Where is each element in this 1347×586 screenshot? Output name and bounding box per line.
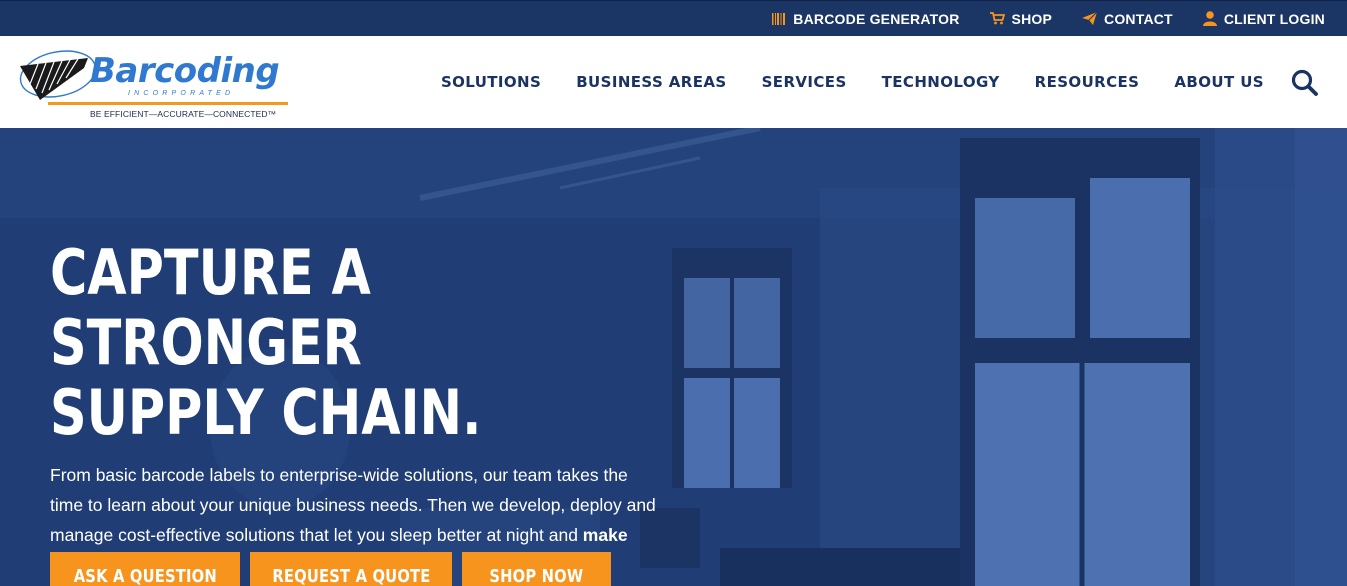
ask-a-question-label: ASK A QUESTION: [73, 566, 217, 586]
logo-wordmark: Barcoding: [90, 51, 280, 91]
shop-link[interactable]: SHOP: [989, 10, 1053, 27]
nav-about-us[interactable]: ABOUT US: [1174, 73, 1264, 91]
search-button[interactable]: [1291, 69, 1319, 97]
logo-subtitle: INCORPORATED: [128, 90, 235, 97]
site-header: Barcoding INCORPORATED BE EFFICIENT—ACCU…: [0, 36, 1347, 128]
hero-content: CAPTURE A STRONGER SUPPLY CHAIN. From ba…: [50, 238, 670, 580]
nav-solutions[interactable]: SOLUTIONS: [441, 73, 541, 91]
hero-title: CAPTURE A STRONGER SUPPLY CHAIN.: [50, 238, 673, 448]
cart-icon: [989, 12, 1005, 25]
hero-title-line-1: CAPTURE A STRONGER: [50, 236, 371, 379]
ask-a-question-button[interactable]: ASK A QUESTION: [50, 552, 240, 586]
barcode-generator-link[interactable]: BARCODE GENERATOR: [772, 11, 959, 27]
client-login-link[interactable]: CLIENT LOGIN: [1202, 10, 1325, 27]
nav-services[interactable]: SERVICES: [762, 73, 847, 91]
main-nav: SOLUTIONS BUSINESS AREAS SERVICES TECHNO…: [406, 36, 1264, 128]
shop-now-button[interactable]: SHOP NOW: [462, 552, 611, 586]
barcode-generator-label: BARCODE GENERATOR: [793, 10, 960, 27]
search-icon: [1291, 69, 1318, 96]
hero-title-line-2: SUPPLY CHAIN.: [50, 376, 482, 449]
client-login-label: CLIENT LOGIN: [1223, 10, 1325, 27]
hero-cta-row: ASK A QUESTION REQUEST A QUOTE SHOP NOW: [50, 552, 621, 586]
user-icon: [1202, 11, 1217, 26]
nav-technology[interactable]: TECHNOLOGY: [882, 73, 1000, 91]
shop-now-label: SHOP NOW: [489, 566, 584, 586]
logo-rule: [48, 102, 288, 105]
nav-business-areas[interactable]: BUSINESS AREAS: [576, 73, 726, 91]
hero-description-body: From basic barcode labels to enterprise-…: [50, 465, 656, 545]
request-a-quote-button[interactable]: REQUEST A QUOTE: [250, 552, 452, 586]
logo-tagline: BE EFFICIENT—ACCURATE—CONNECTED™: [90, 109, 277, 119]
contact-label: CONTACT: [1104, 10, 1173, 27]
paper-plane-icon: [1082, 12, 1098, 25]
contact-link[interactable]: CONTACT: [1082, 11, 1173, 27]
barcoding-logo[interactable]: Barcoding INCORPORATED BE EFFICIENT—ACCU…: [18, 44, 293, 122]
hero-section: CAPTURE A STRONGER SUPPLY CHAIN. From ba…: [0, 128, 1347, 586]
shop-label: SHOP: [1011, 10, 1053, 27]
barcode-icon: [772, 12, 786, 25]
nav-resources[interactable]: RESOURCES: [1035, 73, 1140, 91]
request-a-quote-label: REQUEST A QUOTE: [271, 566, 431, 586]
utility-bar: BARCODE GENERATOR SHOP CONTACT CLIENT LO…: [0, 0, 1347, 36]
